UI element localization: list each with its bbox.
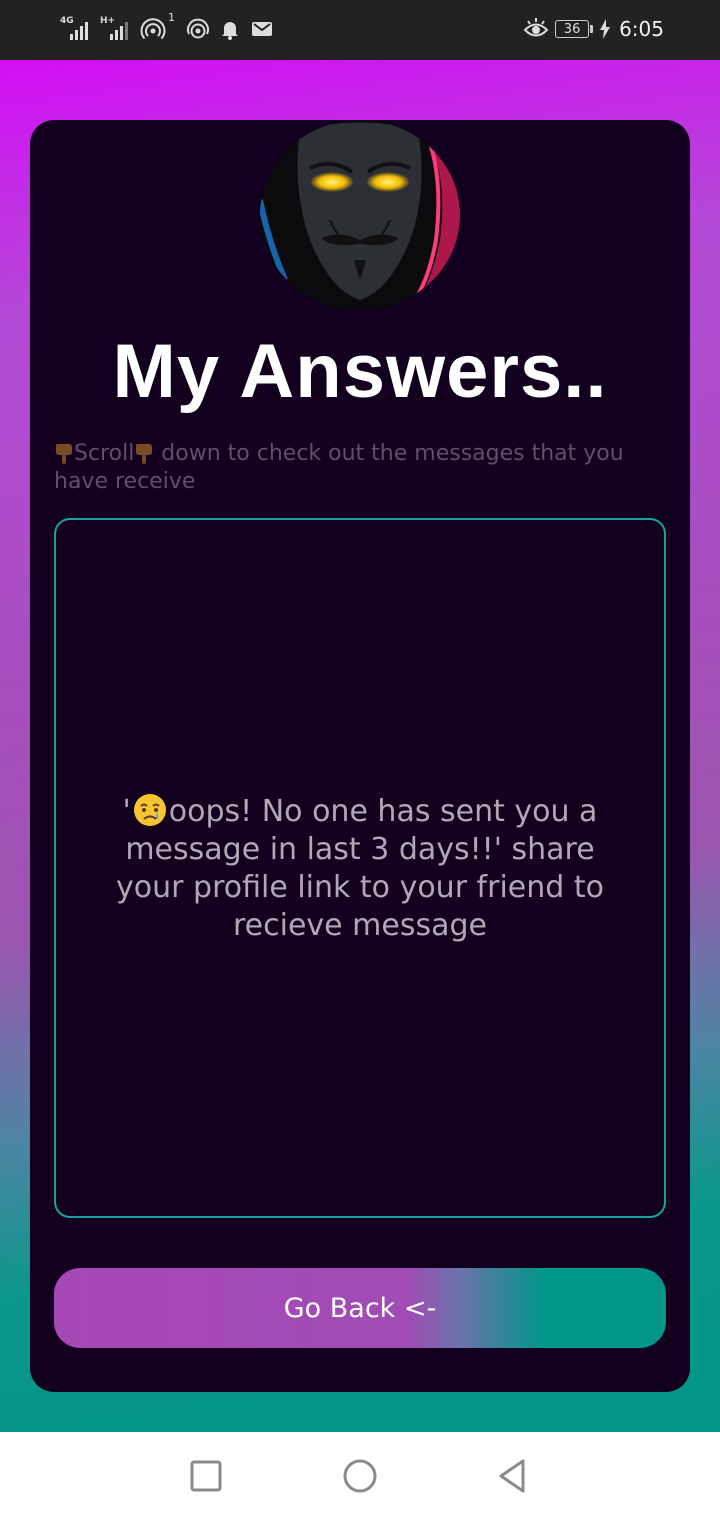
page-title: My Answers.. xyxy=(112,329,608,414)
avatar-image xyxy=(260,120,460,310)
message-text: oops! No one has sent you a message in l… xyxy=(116,794,604,943)
status-right: 36 6:05 xyxy=(523,16,664,42)
subtitle-scroll: Scroll xyxy=(74,441,135,466)
eye-icon xyxy=(523,18,549,37)
battery-icon: 36 xyxy=(555,20,594,38)
back-icon[interactable] xyxy=(492,1456,532,1496)
charging-icon xyxy=(600,19,611,39)
pointing-down-icon xyxy=(136,444,153,464)
status-left: 4G H+ 1 xyxy=(60,11,275,42)
crying-face-icon xyxy=(133,794,166,826)
hotspot-icon xyxy=(140,18,166,40)
status-bar: 4G H+ 1 36 6:05 xyxy=(0,0,720,60)
signal-icon: 4G xyxy=(60,16,94,42)
pointing-down-icon xyxy=(56,444,72,464)
wifi-icon xyxy=(187,18,209,39)
battery-level: 36 xyxy=(563,21,581,37)
go-back-label: Go Back <- xyxy=(283,1292,437,1324)
home-icon[interactable] xyxy=(340,1456,380,1496)
signal-icon: H+ xyxy=(100,16,134,42)
messages-box[interactable]: ' oops! No one has sent you a message in… xyxy=(54,518,666,1218)
message-prefix: ' xyxy=(122,794,131,829)
avatar xyxy=(260,120,460,310)
notification-count: 1 xyxy=(168,10,175,24)
go-back-button[interactable]: Go Back <- xyxy=(54,1268,666,1348)
bell-icon xyxy=(222,22,238,40)
mail-icon xyxy=(252,22,272,36)
empty-messages-text: ' oops! No one has sent you a message in… xyxy=(56,792,664,945)
recent-apps-icon[interactable] xyxy=(186,1456,226,1496)
nav-bar xyxy=(0,1432,720,1520)
clock: 6:05 xyxy=(619,17,664,41)
subtitle: Scroll down to check out the messages th… xyxy=(54,440,654,496)
